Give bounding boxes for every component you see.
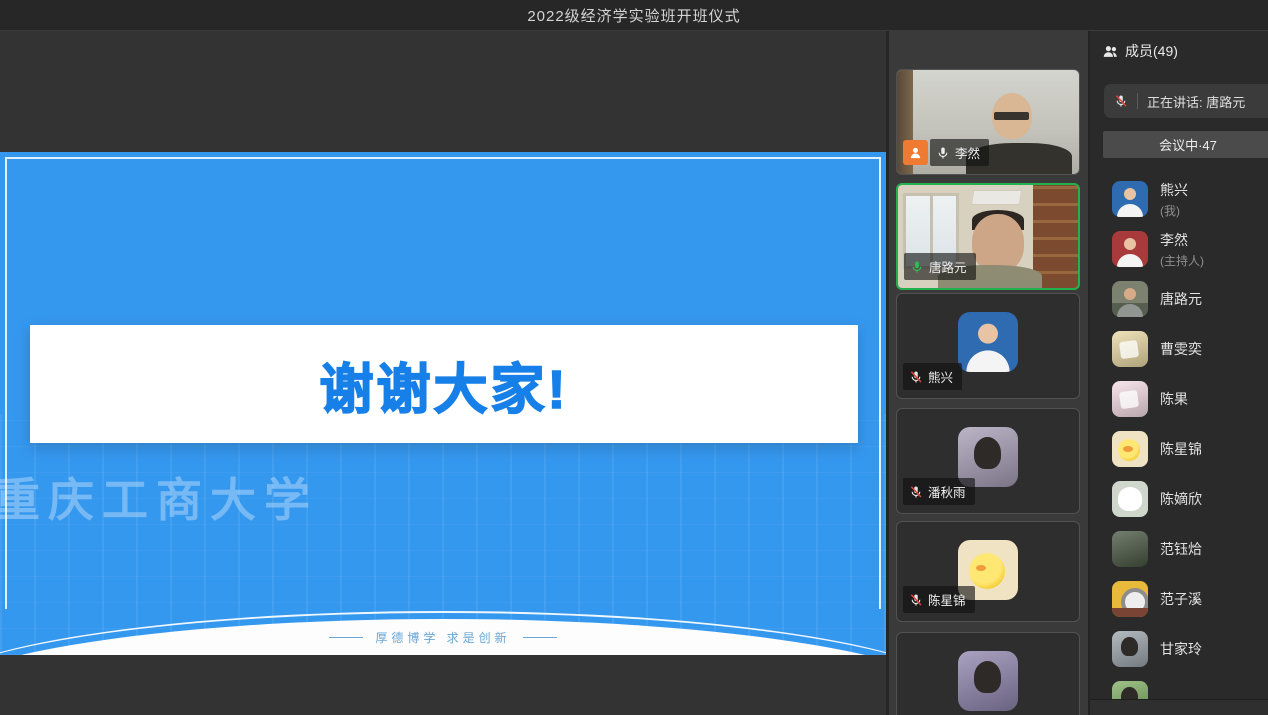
divider: [1137, 93, 1138, 109]
member-name: 熊兴: [1160, 180, 1188, 200]
person-silhouette-icon: [958, 312, 1018, 372]
meeting-title: 2022级经济学实验班开班仪式: [527, 5, 740, 26]
members-panel-footer: [1090, 699, 1268, 715]
member-name: 李然: [1160, 230, 1204, 250]
member-avatar: [1112, 331, 1148, 367]
tile-label: 李然: [903, 139, 989, 166]
member-avatar: [1112, 181, 1148, 217]
now-speaking-text: 正在讲话: 唐路元: [1147, 92, 1245, 111]
video-tile-liran[interactable]: 李然: [896, 69, 1080, 175]
now-speaking-bar: 正在讲话: 唐路元: [1104, 84, 1268, 118]
member-row-chenxingjin[interactable]: 陈星锦: [1112, 430, 1268, 468]
tile-label: 陈星锦: [903, 586, 975, 613]
member-avatar: [1112, 381, 1148, 417]
participant-name: 李然: [955, 143, 980, 162]
tab-in-meeting[interactable]: 会议中·47: [1103, 131, 1268, 158]
member-avatar: [1112, 281, 1148, 317]
shared-screen-area: 重庆工商大学 谢谢大家! 厚德博学 求是创新: [0, 31, 886, 715]
my-mic-muted-icon[interactable]: [1114, 94, 1128, 108]
members-header: 成员(49): [1102, 41, 1178, 61]
participant-name: 陈星锦: [928, 590, 966, 609]
member-avatar: [1112, 581, 1148, 617]
member-name: 曹雯奕: [1160, 339, 1202, 359]
participant-name: 熊兴: [928, 367, 953, 386]
slide-motto: 厚德博学 求是创新: [0, 629, 886, 646]
person-silhouette-icon: [1112, 281, 1148, 317]
presentation-slide: 重庆工商大学 谢谢大家! 厚德博学 求是创新: [0, 152, 886, 655]
video-thumbnail-column: 李然 唐路元 熊兴: [886, 31, 1090, 715]
video-tile-chenxingjin[interactable]: 陈星锦: [896, 521, 1080, 622]
video-tile-partial[interactable]: [896, 632, 1080, 715]
motto-text: 厚德博学 求是创新: [375, 629, 510, 646]
participant-avatar: [958, 312, 1018, 372]
member-name: 唐路元: [1160, 289, 1202, 309]
member-name: 陈果: [1160, 389, 1188, 409]
member-name: 范子溪: [1160, 589, 1202, 609]
member-row-chendixin[interactable]: 陈嫡欣: [1112, 480, 1268, 518]
member-row-tangluyuan[interactable]: 唐路元: [1112, 280, 1268, 318]
tile-label: 熊兴: [903, 363, 962, 390]
window-titlebar: 2022级经济学实验班开班仪式: [0, 0, 1268, 31]
host-badge-icon: [903, 140, 928, 165]
member-avatar: [1112, 631, 1148, 667]
scene-head: [972, 214, 1024, 272]
members-count-label: 成员(49): [1125, 41, 1178, 61]
mic-muted-icon: [909, 593, 923, 607]
motto-dash-left: [329, 637, 363, 638]
member-name: 范钰烚: [1160, 539, 1202, 559]
tile-label: 潘秋雨: [903, 478, 975, 505]
scene-papers: [971, 190, 1022, 205]
members-panel: 成员(49) 正在讲话: 唐路元 会议中·47 熊兴 (我) 李然 (主持人) …: [1090, 31, 1268, 715]
mic-muted-icon: [909, 485, 923, 499]
member-role: (我): [1160, 202, 1188, 219]
slide-headline-banner: 谢谢大家!: [30, 325, 858, 443]
video-tile-xiongxing[interactable]: 熊兴: [896, 293, 1080, 399]
member-avatar: [1112, 431, 1148, 467]
participant-avatar: [958, 651, 1018, 711]
member-avatar: [1112, 231, 1148, 267]
member-avatar: [1112, 481, 1148, 517]
member-row-caowenyi[interactable]: 曹雯奕: [1112, 330, 1268, 368]
member-row-xiongxing[interactable]: 熊兴 (我): [1112, 180, 1268, 218]
participant-name: 唐路元: [929, 257, 967, 276]
participant-name: 潘秋雨: [928, 482, 966, 501]
tile-label: 唐路元: [904, 253, 976, 280]
person-silhouette-icon: [1112, 181, 1148, 217]
member-row-liran[interactable]: 李然 (主持人): [1112, 230, 1268, 268]
tab-in-meeting-label: 会议中·47: [1159, 135, 1217, 154]
video-tile-panqiuyu[interactable]: 潘秋雨: [896, 408, 1080, 514]
scene-glasses: [994, 112, 1029, 120]
video-tile-tangluyuan[interactable]: 唐路元: [896, 183, 1080, 290]
mic-speaking-icon: [910, 260, 924, 274]
member-name: 甘家玲: [1160, 639, 1202, 659]
member-name: 陈星锦: [1160, 439, 1202, 459]
member-role: (主持人): [1160, 252, 1204, 269]
mic-muted-icon: [909, 370, 923, 384]
mic-on-icon: [936, 146, 950, 160]
member-avatar: [1112, 531, 1148, 567]
member-row-fanzixi[interactable]: 范子溪: [1112, 580, 1268, 618]
member-row-ganjialing[interactable]: 甘家玲: [1112, 630, 1268, 668]
member-name: 陈嫡欣: [1160, 489, 1202, 509]
member-row-fanyuxia[interactable]: 范钰烚: [1112, 530, 1268, 568]
motto-dash-right: [523, 637, 557, 638]
members-group-icon: [1102, 43, 1119, 60]
member-row-chenguo[interactable]: 陈果: [1112, 380, 1268, 418]
slide-headline: 谢谢大家!: [320, 345, 569, 424]
person-silhouette-icon: [1112, 231, 1148, 267]
